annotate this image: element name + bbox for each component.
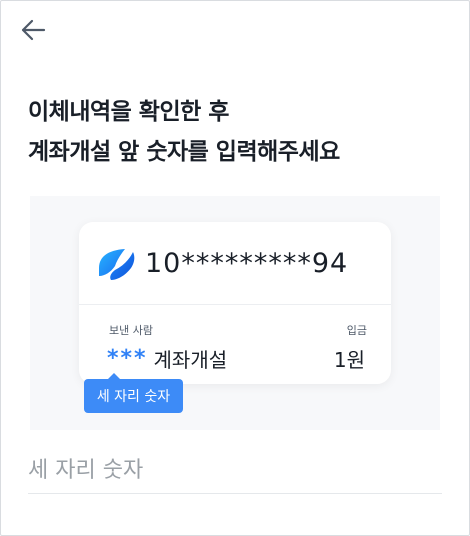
page-title: 이체내역을 확인한 후 계좌개설 앞 숫자를 입력해주세요 — [28, 92, 340, 172]
three-digit-tooltip: 세 자리 숫자 — [84, 373, 183, 413]
arrow-left-icon — [20, 19, 46, 45]
three-digit-code-input[interactable] — [28, 448, 442, 494]
account-number: 10*********94 — [145, 248, 349, 279]
page-title-line-2: 계좌개설 앞 숫자를 입력해주세요 — [28, 139, 340, 165]
sender-row: *** 계좌개설 — [107, 344, 227, 373]
transfer-record-card: 10*********94 보낸 사람 입금 *** 계좌개설 1원 — [79, 222, 391, 384]
sender-code-mask: *** — [107, 346, 148, 371]
sender-name: 계좌개설 — [153, 348, 228, 372]
sender-label: 보낸 사람 — [109, 324, 153, 337]
page-title-line-1: 이체내역을 확인한 후 — [28, 99, 229, 125]
back-button[interactable] — [16, 18, 50, 46]
deposit-amount: 1원 — [333, 348, 365, 372]
deposit-label: 입금 — [346, 324, 367, 337]
card-divider — [79, 304, 391, 305]
bank-logo-icon — [95, 246, 137, 284]
